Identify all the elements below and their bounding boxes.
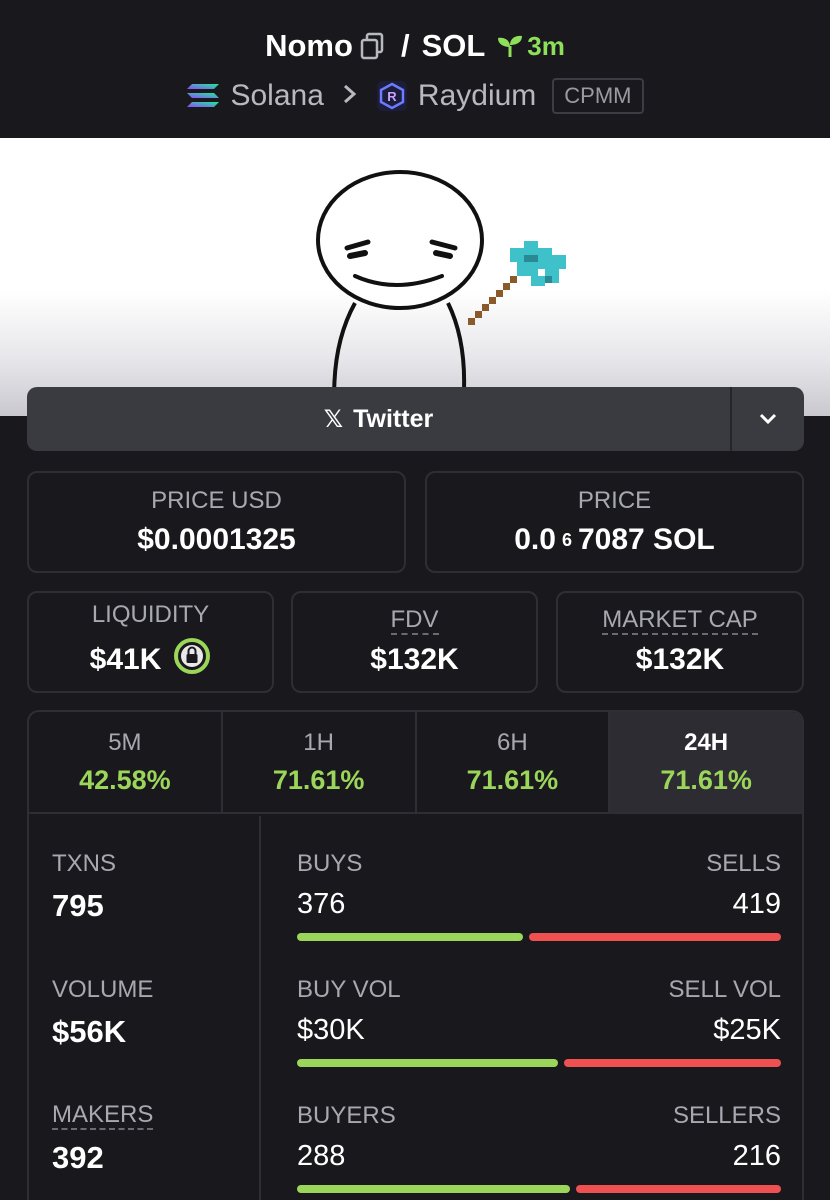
sell-vol-value: $25K [713,1014,781,1046]
lock-icon[interactable] [173,637,211,683]
tab-change: 71.61% [466,764,559,795]
buyers-value: 288 [297,1140,346,1172]
volume-label: VOLUME [52,976,154,1003]
tab-1h[interactable]: 1H 71.61% [223,712,417,812]
price-usd-box: PRICE USD $0.0001325 [27,471,406,573]
txns-value: 795 [52,888,104,923]
token-symbol: Nomo [265,28,353,63]
buys-sells-row: BUYS SELLS 376 419 [297,850,781,941]
buys-value: 376 [297,888,346,920]
tab-24h[interactable]: 24H 71.61% [610,712,802,812]
liquidity-value: $41K [89,643,162,676]
sellers-label: SELLERS [672,1102,781,1129]
socials-dropdown-button[interactable] [730,387,804,451]
tab-label: 24H [684,728,729,756]
txns-stat: TXNS 795 [52,850,116,924]
buys-sells-bar [297,933,781,941]
chevron-right-icon [342,80,358,112]
tab-label: 6H [497,728,528,756]
age-value: 3m [527,30,565,61]
price-native-zero-count: 6 [561,529,572,550]
buys-label: BUYS [297,850,363,877]
makers-value: 392 [52,1140,104,1175]
volume-value: $56K [52,1014,127,1049]
tab-label: 1H [303,728,334,756]
sells-value: 419 [732,888,781,920]
seedling-icon [498,35,523,57]
sells-label: SELLS [706,850,781,877]
liquidity-box: LIQUIDITY $41K [27,591,274,693]
svg-text:R: R [387,89,397,104]
chain-link[interactable]: Solana [230,79,323,113]
pair-title: Nomo / SOL 3m [0,24,830,68]
pair-separator: / [400,28,410,63]
price-native-suffix: 7087 SOL [577,523,715,556]
fdv-box: FDV $132K [291,591,538,693]
makers-label[interactable]: MAKERS [52,1102,154,1130]
token-banner [0,138,830,416]
price-usd-label: PRICE USD [151,487,282,514]
stats-panel: 5M 42.58% 1H 71.61% 6H 71.61% 24H 71.61%… [27,710,804,1200]
buy-vol-label: BUY VOL [297,976,401,1003]
tab-5m[interactable]: 5M 42.58% [29,712,223,812]
twitter-button[interactable]: 𝕏 Twitter [27,387,730,451]
buy-vol-value: $30K [297,1014,365,1046]
pair-age: 3m [497,31,565,62]
sellers-value: 216 [732,1140,781,1172]
market-cap-box: MARKET CAP $132K [556,591,804,693]
sell-vol-label: SELL VOL [668,976,781,1003]
tab-6h[interactable]: 6H 71.61% [417,712,611,812]
tab-change: 42.58% [79,764,171,795]
makers-stat: MAKERS 392 [52,1102,154,1176]
copy-icon[interactable] [359,32,385,60]
totals-column: TXNS 795 VOLUME $56K MAKERS 392 [29,816,261,1200]
price-native-label: PRICE [577,487,652,514]
chevron-down-icon [759,413,777,425]
twitter-label: Twitter [353,404,434,433]
price-usd-value: $0.0001325 [137,523,296,556]
liquidity-value-row: $41K [90,637,212,683]
tab-change: 71.61% [660,764,752,795]
social-links-bar: 𝕏 Twitter [27,387,804,451]
tab-label: 5M [108,728,142,756]
timeframe-tabs: 5M 42.58% 1H 71.61% 6H 71.61% 24H 71.61% [29,712,802,814]
market-cap-label[interactable]: MARKET CAP [602,607,758,635]
pair-header: Nomo / SOL 3m Solana R Raydium CPMM [0,0,830,138]
quote-symbol: SOL [421,28,486,63]
sellers-bar [575,1185,781,1193]
tab-change: 71.61% [272,764,365,795]
liquidity-label: LIQUIDITY [91,601,210,628]
buyers-label: BUYERS [297,1102,396,1129]
price-native-box: PRICE 0.0 6 7087 SOL [425,471,804,573]
solana-logo [187,84,220,107]
dex-link[interactable]: Raydium [418,79,536,113]
market-cap-value: $132K [635,643,725,676]
pool-type-badge: CPMM [552,78,644,114]
breadcrumb: Solana R Raydium CPMM [0,74,830,118]
buyers-bar [297,1185,570,1193]
txns-label: TXNS [52,850,117,877]
fdv-label[interactable]: FDV [390,607,439,635]
buyers-sellers-row: BUYERS SELLERS 288 216 [297,1102,781,1193]
makers-bar [297,1185,781,1193]
buy-sell-vol-row: BUY VOL SELL VOL $30K $25K [297,976,781,1067]
sell-vol-bar [563,1059,781,1067]
raydium-logo: R [376,81,407,111]
buys-bar [297,933,524,941]
volume-stat: VOLUME $56K [52,976,153,1050]
token-banner-image [316,170,566,416]
sells-bar [529,933,781,941]
price-native-value: 0.0 6 7087 SOL [514,523,714,557]
fdv-value: $132K [370,643,459,676]
price-native-prefix: 0.0 [514,523,556,556]
buy-vol-bar [297,1059,558,1067]
x-icon: 𝕏 [323,405,344,433]
volume-bar [297,1059,781,1067]
